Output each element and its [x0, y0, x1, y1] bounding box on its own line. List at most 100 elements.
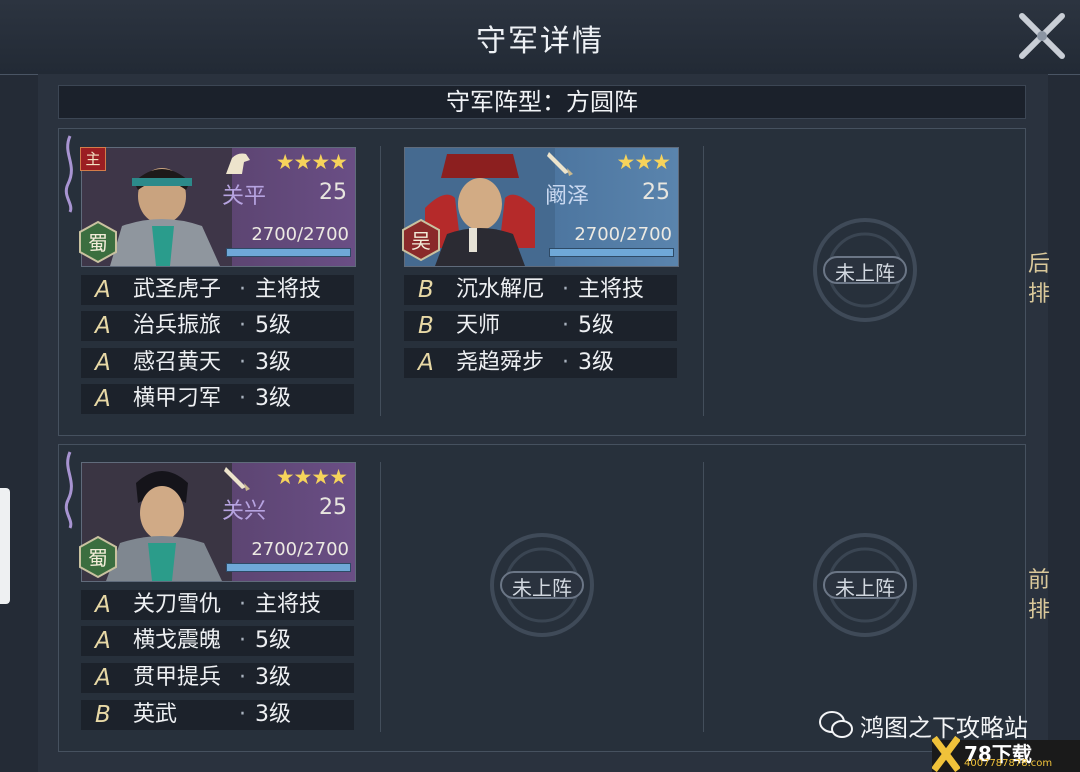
skill-separator: ·	[239, 313, 246, 338]
skill-grade: B	[95, 702, 111, 728]
back-row-label: 后排	[1028, 252, 1051, 307]
skill-name: 贯甲提兵	[133, 665, 222, 690]
skill-separator: ·	[239, 592, 246, 617]
hp-value: 2700/2700	[251, 539, 349, 560]
faction-shu-icon: 蜀	[79, 535, 117, 579]
top-bar: 守军详情	[0, 0, 1080, 75]
skill-name: 沉水解厄	[456, 277, 545, 302]
column-divider	[703, 146, 704, 416]
skill-name: 关刀雪仇	[133, 592, 222, 617]
general-name: 关平	[222, 184, 267, 209]
general-level: 25	[642, 180, 670, 205]
skill-grade: A	[95, 386, 111, 412]
hp-value: 2700/2700	[574, 224, 672, 245]
skill-level: 5级	[255, 313, 291, 338]
logo-x-icon	[932, 736, 960, 772]
skill-row[interactable]: A 横甲刁军 · 3级	[81, 384, 354, 414]
hp-bar	[226, 563, 351, 572]
skill-level: 3级	[255, 665, 291, 690]
general-card-guanxing[interactable]: ★★★★ 关兴 25 2700/2700	[81, 462, 356, 582]
general-card-guanping[interactable]: ★★★★ 关平 25 2700/2700	[81, 147, 356, 267]
close-icon[interactable]	[1010, 4, 1074, 68]
skill-grade: A	[95, 665, 111, 691]
skill-grade: A	[95, 350, 111, 376]
skill-grade: A	[95, 277, 111, 303]
skill-separator: ·	[239, 628, 246, 653]
faction-wu-icon: 吴	[402, 218, 440, 262]
faction-shu-icon: 蜀	[79, 220, 117, 264]
general-name: 阚泽	[545, 184, 590, 209]
skill-name: 天师	[456, 313, 501, 338]
skill-row[interactable]: A 尧趋舜步 · 3级	[404, 348, 677, 378]
hp-value: 2700/2700	[251, 224, 349, 245]
skill-separator: ·	[562, 277, 569, 302]
skill-name: 英武	[133, 702, 178, 727]
skill-grade: B	[418, 277, 434, 303]
skill-grade: A	[95, 592, 111, 618]
skill-row[interactable]: A 关刀雪仇 · 主将技	[81, 590, 354, 620]
horse-icon	[226, 153, 250, 174]
lord-badge: 主	[80, 147, 106, 171]
skill-level: 3级	[578, 350, 614, 375]
skill-grade: A	[95, 628, 111, 654]
empty-slot[interactable]: 未上阵	[487, 530, 597, 640]
skill-row[interactable]: A 贯甲提兵 · 3级	[81, 663, 354, 693]
formation-label: 守军阵型：方圆阵	[58, 85, 1026, 119]
hp-bar	[226, 248, 351, 257]
skill-level: 主将技	[255, 277, 322, 302]
empty-slot-label: 未上阵	[835, 261, 895, 285]
empty-slot-label: 未上阵	[835, 576, 895, 600]
star-rating: ★★★	[616, 150, 671, 174]
skill-separator: ·	[239, 386, 246, 411]
skill-row[interactable]: B 英武 · 3级	[81, 700, 354, 730]
ornament-icon	[64, 135, 73, 213]
skill-separator: ·	[239, 277, 246, 302]
skill-separator: ·	[239, 350, 246, 375]
wechat-icon	[819, 711, 853, 738]
skill-name: 感召黄天	[133, 350, 222, 375]
skill-level: 3级	[255, 386, 291, 411]
page-title: 守军详情	[476, 24, 604, 59]
empty-slot-label: 未上阵	[512, 576, 572, 600]
column-divider	[703, 462, 704, 732]
skill-grade: A	[95, 313, 111, 339]
skill-row[interactable]: A 横戈震魄 · 5级	[81, 626, 354, 656]
skill-grade: A	[418, 350, 434, 376]
front-row-label: 前排	[1028, 568, 1051, 623]
skill-separator: ·	[239, 702, 246, 727]
ornament-icon	[64, 451, 73, 529]
skill-level: 5级	[255, 628, 291, 653]
skill-level: 5级	[578, 313, 614, 338]
column-divider	[380, 146, 381, 416]
weapon-icon	[224, 467, 250, 491]
skill-row[interactable]: A 感召黄天 · 3级	[81, 348, 354, 378]
star-rating: ★★★★	[275, 465, 348, 489]
skill-name: 横甲刁军	[133, 386, 222, 411]
weapon-icon	[547, 152, 573, 176]
skill-row[interactable]: A 治兵振旅 · 5级	[81, 311, 354, 341]
general-level: 25	[319, 495, 347, 520]
skill-name: 横戈震魄	[133, 628, 222, 653]
general-card-kanze[interactable]: ★★★ 阚泽 25 2700/2700	[404, 147, 679, 267]
site-logo: 78下载 4007787878.com	[932, 736, 1080, 772]
skill-name: 武圣虎子	[133, 277, 222, 302]
skill-level: 3级	[255, 702, 291, 727]
skill-grade: B	[418, 313, 434, 339]
skill-name: 尧趋舜步	[456, 350, 545, 375]
faction-label: 蜀	[88, 546, 108, 570]
empty-slot[interactable]: 未上阵	[810, 530, 920, 640]
side-handle[interactable]	[0, 488, 10, 604]
general-level: 25	[319, 180, 347, 205]
skill-level: 3级	[255, 350, 291, 375]
skill-row[interactable]: B 天师 · 5级	[404, 311, 677, 341]
faction-label: 吴	[411, 229, 431, 253]
empty-slot[interactable]: 未上阵	[810, 215, 920, 325]
skill-separator: ·	[562, 350, 569, 375]
faction-label: 蜀	[88, 231, 108, 255]
skill-row[interactable]: A 武圣虎子 · 主将技	[81, 275, 354, 305]
hp-bar	[549, 248, 674, 257]
star-rating: ★★★★	[275, 150, 348, 174]
column-divider	[380, 462, 381, 732]
skill-row[interactable]: B 沉水解厄 · 主将技	[404, 275, 677, 305]
skill-level: 主将技	[255, 592, 322, 617]
